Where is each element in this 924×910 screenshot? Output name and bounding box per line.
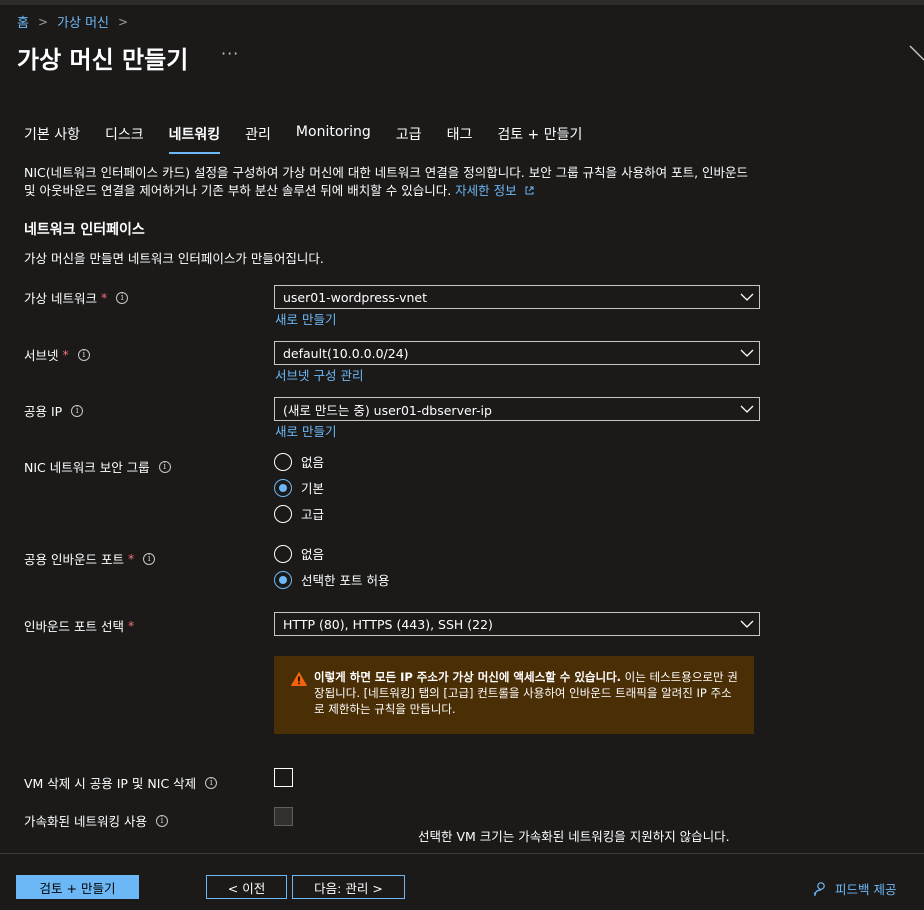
breadcrumb-home[interactable]: 홈	[17, 12, 29, 31]
warning-icon	[291, 672, 307, 686]
chevron-right-icon: >	[37, 14, 49, 29]
tab-advanced[interactable]: 고급	[396, 124, 422, 154]
chevron-down-icon	[735, 342, 759, 364]
accel-net-note: 선택한 VM 크기는 가속화된 네트워킹을 지원하지 않습니다.	[418, 829, 730, 844]
warning-banner: 이렇게 하면 모든 IP 주소가 가상 머신에 액세스할 수 있습니다. 이는 …	[274, 656, 754, 734]
tab-disks[interactable]: 디스크	[105, 124, 144, 154]
chevron-right-icon: >	[118, 14, 129, 29]
select-ports-dropdown[interactable]: HTTP (80), HTTPS (443), SSH (22)	[274, 612, 760, 636]
nsg-option-basic[interactable]: 기본	[274, 478, 324, 497]
tab-bar: 기본 사항 디스크 네트워킹 관리 Monitoring 고급 태그 검토 + …	[24, 124, 607, 154]
info-icon[interactable]: i	[205, 776, 218, 789]
review-create-button[interactable]: 검토 + 만들기	[16, 875, 139, 899]
required-marker: *	[62, 347, 69, 362]
public-ip-label: 공용 IP i	[24, 401, 84, 420]
close-icon[interactable]	[908, 44, 924, 62]
subnet-manage-link[interactable]: 서브넷 구성 관리	[275, 365, 363, 384]
chevron-down-icon	[735, 398, 759, 420]
tab-monitoring[interactable]: Monitoring	[296, 124, 371, 154]
inbound-ports-option-allow[interactable]: 선택한 포트 허용	[274, 570, 389, 589]
delete-ip-nic-checkbox[interactable]	[274, 768, 293, 787]
description-text: NIC(네트워크 인터페이스 카드) 설정을 구성하여 가상 머신에 대한 네트…	[24, 165, 749, 198]
info-icon[interactable]: i	[77, 348, 90, 361]
vnet-create-new-link[interactable]: 새로 만들기	[275, 309, 336, 328]
tab-basics[interactable]: 기본 사항	[24, 124, 80, 154]
tab-review-create[interactable]: 검토 + 만들기	[497, 124, 582, 154]
next-button[interactable]: 다음: 관리 >	[292, 875, 405, 899]
accel-net-checkbox	[274, 807, 293, 826]
info-icon[interactable]: i	[71, 404, 84, 417]
radio-circle	[274, 544, 292, 563]
learn-more-link[interactable]: 자세한 정보	[455, 183, 516, 198]
external-link-icon	[525, 186, 534, 195]
subnet-label: 서브넷 * i	[24, 345, 90, 364]
radio-circle-selected	[274, 570, 292, 589]
tab-networking[interactable]: 네트워킹	[168, 124, 221, 154]
breadcrumb-virtual-machines[interactable]: 가상 머신	[57, 12, 109, 31]
warning-bold-text: 이렇게 하면 모든 IP 주소가 가상 머신에 액세스할 수 있습니다.	[314, 670, 622, 684]
page-title: 가상 머신 만들기	[17, 46, 189, 74]
required-marker: *	[100, 290, 108, 305]
info-icon[interactable]: i	[143, 552, 156, 565]
required-marker: *	[127, 551, 135, 566]
section-subtitle: 가상 머신을 만들면 네트워크 인터페이스가 만들어집니다.	[24, 251, 324, 266]
description: NIC(네트워크 인터페이스 카드) 설정을 구성하여 가상 머신에 대한 네트…	[24, 164, 754, 200]
accel-net-label: 가속화된 네트워킹 사용 i	[24, 811, 168, 830]
feedback-icon	[813, 881, 825, 896]
more-options-icon[interactable]: ···	[221, 44, 239, 63]
public-ip-select[interactable]: (새로 만드는 중) user01-dbserver-ip	[274, 397, 760, 421]
info-icon[interactable]: i	[116, 291, 129, 304]
tab-tags[interactable]: 태그	[447, 124, 473, 154]
info-icon[interactable]: i	[155, 814, 168, 827]
select-ports-label: 인바운드 포트 선택 *	[24, 618, 135, 634]
section-title: 네트워크 인터페이스	[24, 222, 145, 238]
radio-circle	[274, 504, 292, 523]
nsg-option-advanced[interactable]: 고급	[274, 504, 324, 523]
chevron-down-icon	[735, 286, 759, 308]
radio-circle	[274, 452, 292, 471]
previous-button[interactable]: < 이전	[206, 875, 287, 899]
breadcrumb: 홈 > 가상 머신 >	[17, 12, 137, 32]
inbound-ports-option-none[interactable]: 없음	[274, 544, 324, 563]
top-strip	[0, 0, 924, 5]
subnet-select[interactable]: default(10.0.0.0/24)	[274, 341, 760, 365]
radio-circle-selected	[274, 478, 292, 497]
delete-ip-nic-label: VM 삭제 시 공용 IP 및 NIC 삭제 i	[24, 773, 218, 792]
chevron-down-icon	[735, 613, 759, 635]
info-icon[interactable]: i	[158, 460, 171, 473]
public-ip-create-new-link[interactable]: 새로 만들기	[275, 421, 336, 440]
vnet-label: 가상 네트워크 * i	[24, 288, 129, 307]
tab-management[interactable]: 관리	[245, 124, 271, 154]
feedback-link[interactable]: 피드백 제공	[812, 879, 896, 898]
vnet-select[interactable]: user01-wordpress-vnet	[274, 285, 760, 309]
required-marker: *	[127, 618, 135, 633]
inbound-ports-label: 공용 인바운드 포트 * i	[24, 549, 156, 568]
footer: 검토 + 만들기 < 이전 다음: 관리 > 피드백 제공	[0, 853, 924, 910]
nsg-label: NIC 네트워크 보안 그룹 i	[24, 457, 171, 476]
nsg-option-none[interactable]: 없음	[274, 452, 324, 471]
